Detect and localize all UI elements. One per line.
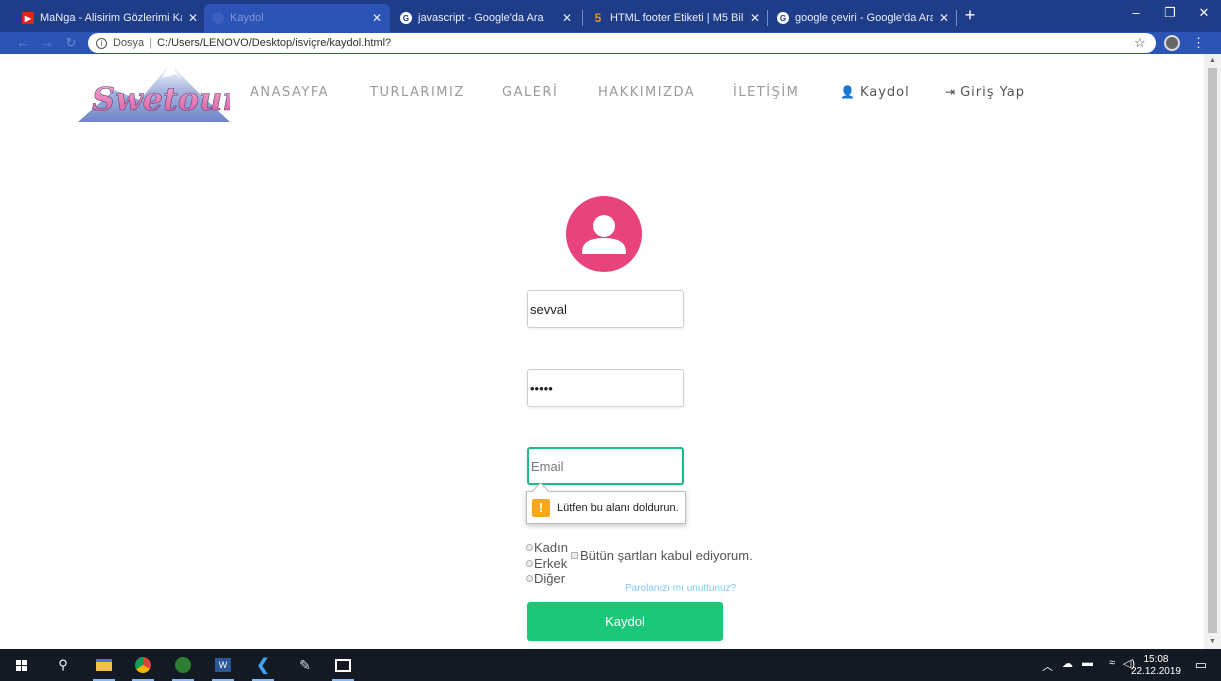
battery-icon[interactable]: ▬ <box>1082 657 1093 669</box>
nav-link-giris-label: Giriş Yap <box>960 85 1025 100</box>
address-separator: | <box>149 37 153 49</box>
signup-submit-button[interactable]: Kaydol <box>527 602 723 641</box>
gender-option-diger[interactable]: Diğer <box>526 571 565 586</box>
paint-icon[interactable]: ✎ <box>294 654 316 676</box>
photos-icon[interactable] <box>332 654 354 681</box>
nav-link-hakkimizda[interactable]: HAKKIMIZDA <box>598 85 695 100</box>
logo-text: Swetour <box>92 80 230 118</box>
profile-avatar[interactable] <box>1164 35 1180 51</box>
forgot-password-link[interactable]: Parolanızı mı unuttunuz? <box>625 583 736 594</box>
close-tab-icon[interactable]: ✕ <box>188 11 198 25</box>
tab-title: MaNga - Alisirim Gözlerimi Kapat <box>40 12 182 24</box>
username-input[interactable] <box>527 290 684 328</box>
windows-start-icon[interactable] <box>16 660 27 671</box>
info-icon[interactable]: i <box>96 37 107 49</box>
file-explorer-icon[interactable] <box>93 654 115 681</box>
forward-icon[interactable]: → <box>38 34 56 52</box>
gender-option-erkek[interactable]: Erkek <box>526 556 567 571</box>
login-icon: ⇥ <box>945 85 957 99</box>
validation-tooltip: ! Lütfen bu alanı doldurun. <box>526 491 686 524</box>
scroll-thumb[interactable] <box>1208 68 1217 633</box>
close-window-icon[interactable]: ✕ <box>1187 0 1221 26</box>
chrome-icon[interactable] <box>132 654 154 681</box>
bookmark-star-icon[interactable]: ☆ <box>1134 34 1146 52</box>
clock-date: 22.12.2019 <box>1130 666 1181 677</box>
tab-title: HTML footer Etiketi | M5 Bilişim <box>610 12 744 24</box>
clock-time: 15:08 <box>1143 654 1169 665</box>
address-scheme-label: Dosya <box>113 37 145 49</box>
terms-checkbox[interactable] <box>571 552 578 559</box>
scroll-down-icon[interactable]: ▼ <box>1204 635 1221 649</box>
close-tab-icon[interactable]: ✕ <box>750 11 760 25</box>
tab-title: Kaydol <box>230 12 264 24</box>
nav-link-anasayfa[interactable]: ANASAYFA <box>250 85 329 100</box>
word-icon[interactable]: W <box>212 654 234 681</box>
nav-link-kaydol-label: Kaydol <box>859 85 910 100</box>
site-logo[interactable]: Swetour <box>78 60 230 124</box>
gender-option-kadin[interactable]: Kadın <box>526 540 568 555</box>
browser-tab[interactable]: G javascript - Google'da Ara ✕ <box>392 4 580 32</box>
restore-icon[interactable]: ❐ <box>1153 0 1187 26</box>
tab-separator <box>956 10 957 26</box>
warning-icon: ! <box>532 498 550 517</box>
notification-icon[interactable]: ▭ <box>1195 657 1207 673</box>
vscode-icon[interactable]: ❮ <box>252 654 274 681</box>
browser-tab[interactable]: 5 HTML footer Etiketi | M5 Bilişim ✕ <box>584 4 768 32</box>
radio-button[interactable] <box>526 544 533 551</box>
nav-link-galeri[interactable]: GALERİ <box>502 85 558 100</box>
back-icon[interactable]: ← <box>14 34 32 52</box>
wifi-icon[interactable]: ≈ <box>1109 657 1115 669</box>
search-icon[interactable]: ⚲ <box>52 654 74 676</box>
menu-icon[interactable]: ⋮ <box>1192 34 1205 52</box>
tab-title: javascript - Google'da Ara <box>418 12 544 24</box>
terms-checkbox-row[interactable]: Bütün şartları kabul ediyorum. <box>571 548 753 563</box>
nav-link-giris-yap[interactable]: ⇥ Giriş Yap <box>945 85 1025 100</box>
html5-icon: 5 <box>594 11 602 25</box>
globe-icon <box>212 12 224 24</box>
close-tab-icon[interactable]: ✕ <box>939 11 949 25</box>
windows-taskbar: ⚲ W ❮ ✎ ︿ ☁ ▬ ≈ ◁) 15:08 22.12.2019 ▭ <box>0 649 1221 681</box>
scroll-up-icon[interactable]: ▲ <box>1204 54 1221 68</box>
user-avatar-icon <box>566 196 642 272</box>
browser-tabstrip: ▶ MaNga - Alisirim Gözlerimi Kapat ✕ Kay… <box>0 0 1221 32</box>
minimize-icon[interactable]: – <box>1119 0 1153 26</box>
radio-label: Diğer <box>534 571 566 586</box>
tab-separator <box>582 10 583 26</box>
tab-title: google çeviri - Google'da Ara <box>795 12 933 24</box>
page-scrollbar[interactable]: ▲ ▼ <box>1204 54 1221 649</box>
app-icon[interactable] <box>172 654 194 681</box>
close-tab-icon[interactable]: ✕ <box>562 11 572 25</box>
nav-link-iletisim[interactable]: İLETİŞİM <box>733 85 799 100</box>
address-bar[interactable]: i Dosya | C:/Users/LENOVO/Desktop/isviçr… <box>88 33 1156 53</box>
terms-label: Bütün şartları kabul ediyorum. <box>580 548 753 563</box>
onedrive-icon[interactable]: ☁ <box>1062 657 1073 670</box>
close-tab-icon[interactable]: ✕ <box>372 11 382 25</box>
radio-label: Kadın <box>534 540 568 555</box>
tab-separator <box>767 10 768 26</box>
validation-message: Lütfen bu alanı doldurun. <box>557 501 679 514</box>
radio-button[interactable] <box>526 560 533 567</box>
radio-label: Erkek <box>534 556 568 571</box>
browser-tab[interactable]: G google çeviri - Google'da Ara ✕ <box>769 4 957 32</box>
new-tab-icon[interactable]: + <box>960 5 980 25</box>
google-icon: G <box>400 12 412 24</box>
password-input[interactable] <box>527 369 684 407</box>
email-input[interactable] <box>527 447 684 485</box>
address-url: C:/Users/LENOVO/Desktop/isviçre/kaydol.h… <box>157 37 392 49</box>
browser-tab-active[interactable]: Kaydol ✕ <box>204 4 390 32</box>
reload-icon[interactable]: ↻ <box>62 34 80 52</box>
youtube-icon: ▶ <box>22 12 34 24</box>
user-icon: 👤 <box>840 85 856 99</box>
radio-button[interactable] <box>526 575 533 582</box>
show-hidden-icons-icon[interactable]: ︿ <box>1042 658 1053 674</box>
taskbar-clock[interactable]: 15:08 22.12.2019 <box>1131 654 1181 678</box>
nav-link-turlarimiz[interactable]: TURLARIMIZ <box>370 85 465 100</box>
nav-link-kaydol[interactable]: 👤 Kaydol <box>840 85 910 100</box>
browser-tab[interactable]: ▶ MaNga - Alisirim Gözlerimi Kapat ✕ <box>14 4 206 32</box>
google-icon: G <box>777 12 789 24</box>
browser-toolbar: ← → ↻ i Dosya | C:/Users/LENOVO/Desktop/… <box>0 32 1221 54</box>
page-viewport: Swetour ANASAYFA TURLARIMIZ GALERİ HAKKI… <box>0 54 1221 649</box>
